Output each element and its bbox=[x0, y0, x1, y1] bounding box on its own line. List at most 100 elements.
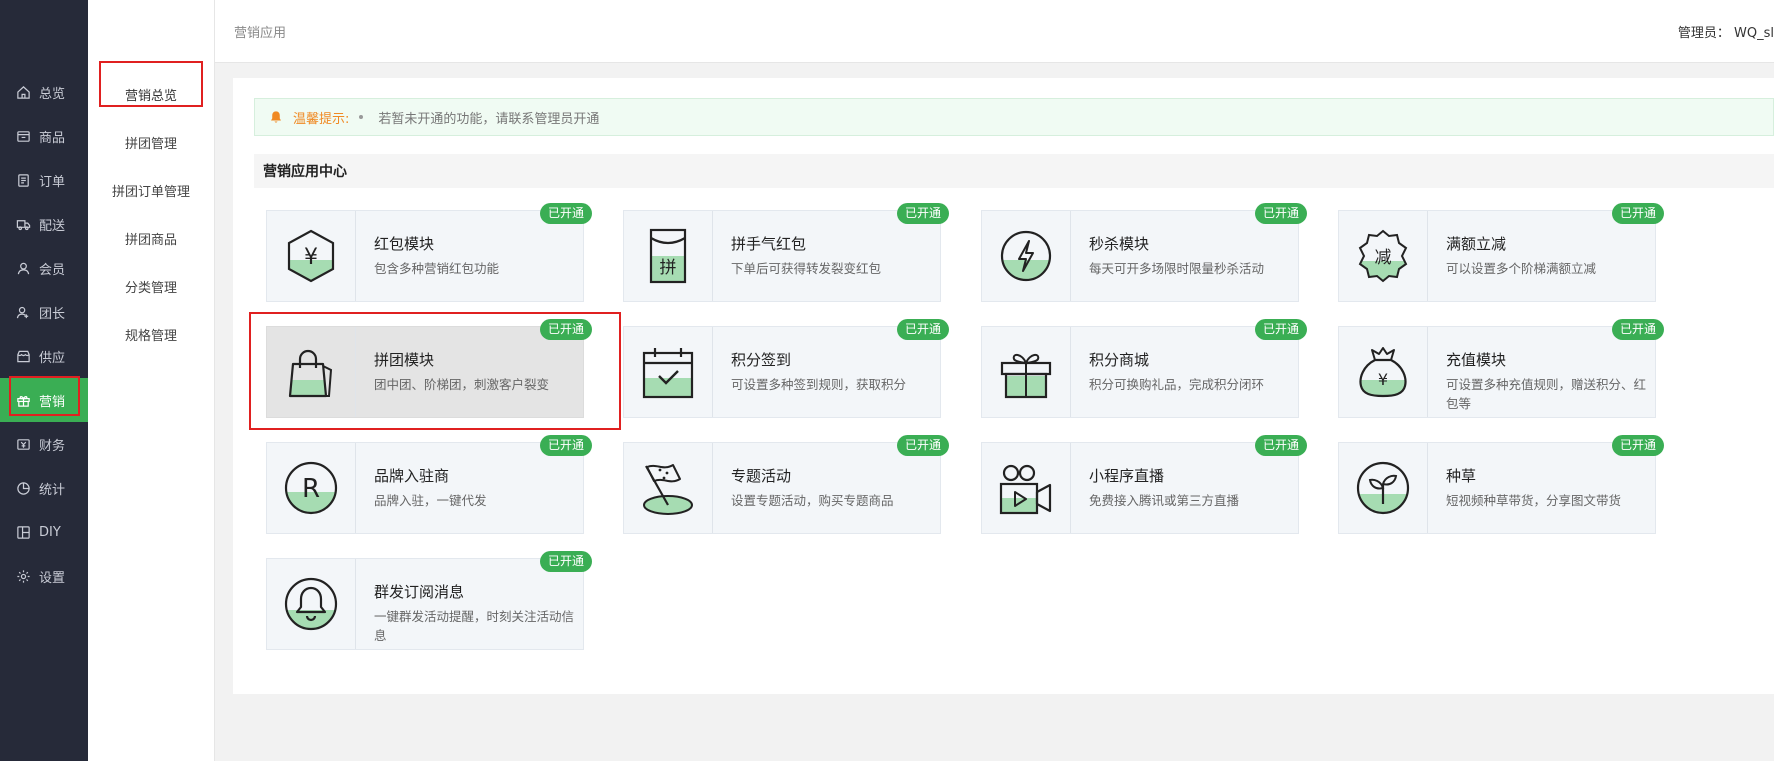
gift-box-icon bbox=[1000, 353, 1052, 399]
sidebar-item-members[interactable]: 会员 bbox=[0, 246, 88, 290]
app-title: 小程序直播 bbox=[1089, 467, 1165, 485]
status-badge: 已开通 bbox=[539, 435, 592, 456]
subnav-item-spec[interactable]: 规格管理 bbox=[88, 310, 214, 358]
subnav-item-overview[interactable]: 营销总览 bbox=[88, 70, 214, 118]
status-badge: 已开通 bbox=[1254, 203, 1307, 224]
subnav-item-group-orders[interactable]: 拼团订单管理 bbox=[88, 166, 214, 214]
svg-text:R: R bbox=[302, 474, 320, 504]
layout-icon bbox=[17, 525, 30, 539]
app-card-flash-sale[interactable]: 秒杀模块 每天可开多场限时限量秒杀活动 已开通 bbox=[981, 203, 1307, 302]
app-desc: 团中团、阶梯团，刺激客户裂变 bbox=[374, 377, 550, 392]
sidebar-item-statistics[interactable]: 统计 bbox=[0, 466, 88, 510]
app-card-subscription-message[interactable]: 群发订阅消息 一键群发活动提醒，时刻关注活动信息 已开通 bbox=[266, 551, 592, 650]
sidebar-item-supply[interactable]: 供应 bbox=[0, 334, 88, 378]
status-badge: 已开通 bbox=[539, 319, 592, 340]
sidebar-item-label: 商品 bbox=[39, 130, 66, 146]
app-title: 秒杀模块 bbox=[1089, 235, 1150, 253]
app-desc: 每天可开多场限时限量秒杀活动 bbox=[1089, 261, 1265, 276]
sidebar-item-diy[interactable]: DIY bbox=[0, 510, 88, 554]
sidebar-item-leaders[interactable]: 团长 bbox=[0, 290, 88, 334]
app-desc: 一键群发活动提醒，时刻关注活动信息 bbox=[374, 609, 575, 643]
home-icon bbox=[17, 85, 30, 99]
app-card-special-event[interactable]: 专题活动 设置专题活动，购买专题商品 已开通 bbox=[623, 435, 949, 534]
status-badge: 已开通 bbox=[1254, 435, 1307, 456]
user-icon bbox=[17, 262, 30, 274]
top-header: 营销应用 管理员： WQ_sl bbox=[215, 0, 1774, 63]
app-desc: 品牌入驻，一键代发 bbox=[374, 493, 487, 508]
app-card-full-reduction[interactable]: 减 满额立减 可以设置多个阶梯满额立减 已开通 bbox=[1338, 203, 1664, 302]
main-nav: 总览 商品 订单 配送 会员 团长 供应 营销 财务 统计 DIY 设置 bbox=[0, 70, 88, 598]
subnav-item-group-manage[interactable]: 拼团管理 bbox=[88, 118, 214, 166]
svg-text:减: 减 bbox=[1375, 248, 1392, 268]
video-camera-icon bbox=[999, 464, 1052, 515]
status-badge: 已开通 bbox=[896, 319, 949, 340]
sidebar-item-label: 供应 bbox=[39, 350, 66, 366]
app-title: 拼团模块 bbox=[374, 351, 435, 369]
section-title: 营销应用中心 bbox=[254, 154, 1774, 188]
flag-icon bbox=[643, 464, 693, 515]
status-badge: 已开通 bbox=[539, 203, 592, 224]
status-badge: 已开通 bbox=[896, 435, 949, 456]
app-card-brand-merchant[interactable]: R 品牌入驻商 品牌入驻，一键代发 已开通 bbox=[266, 435, 592, 534]
bullet-dot bbox=[359, 115, 364, 119]
content-panel: 温馨提示: 若暂未开通的功能，请联系管理员开通 营销应用中心 ¥ 红包模块 包含… bbox=[233, 78, 1774, 694]
money-bag-icon: ¥ bbox=[1359, 347, 1407, 398]
sidebar-item-label: 营销 bbox=[39, 394, 66, 410]
status-badge: 已开通 bbox=[539, 551, 592, 572]
truck-icon bbox=[16, 219, 31, 230]
bell-icon bbox=[271, 111, 281, 123]
app-title: 充值模块 bbox=[1446, 351, 1507, 369]
admin-user[interactable]: 管理员： WQ_sl bbox=[1678, 22, 1774, 41]
sidebar-item-label: 团长 bbox=[39, 306, 66, 322]
subnav-item-category[interactable]: 分类管理 bbox=[88, 262, 214, 310]
app-card-points-mall[interactable]: 积分商城 积分可换购礼品，完成积分闭环 已开通 bbox=[981, 319, 1307, 418]
breadcrumb: 营销应用 bbox=[234, 26, 287, 41]
sidebar-item-label: 统计 bbox=[39, 482, 66, 498]
bell-icon bbox=[284, 577, 338, 631]
app-card-red-envelope[interactable]: ¥ 红包模块 包含多种营销红包功能 已开通 bbox=[266, 203, 592, 302]
app-card-group-buy[interactable]: 拼团模块 团中团、阶梯团，刺激客户裂变 已开通 bbox=[266, 319, 592, 418]
sidebar-item-label: 会员 bbox=[39, 262, 66, 278]
notice-bar: 温馨提示: 若暂未开通的功能，请联系管理员开通 bbox=[254, 98, 1774, 136]
sidebar-item-label: 订单 bbox=[39, 174, 66, 190]
app-title: 种草 bbox=[1446, 467, 1477, 485]
sidebar-item-label: 设置 bbox=[39, 570, 66, 586]
lightning-icon bbox=[1000, 230, 1052, 282]
gear-icon bbox=[17, 569, 30, 583]
svg-text:¥: ¥ bbox=[304, 245, 318, 270]
app-card-lucky-envelope[interactable]: 拼 拼手气红包 下单后可获得转发裂变红包 已开通 bbox=[623, 203, 949, 302]
svg-text:¥: ¥ bbox=[1378, 370, 1388, 389]
app-card-live-stream[interactable]: 小程序直播 免费接入腾讯或第三方直播 已开通 bbox=[981, 435, 1307, 534]
sidebar-item-label: DIY bbox=[39, 524, 61, 540]
notice-label: 温馨提示: bbox=[293, 111, 350, 127]
sidebar-item-overview[interactable]: 总览 bbox=[0, 70, 88, 114]
box-icon bbox=[17, 130, 30, 142]
status-badge: 已开通 bbox=[1611, 319, 1664, 340]
app-desc: 积分可换购礼品，完成积分闭环 bbox=[1089, 377, 1265, 392]
status-badge: 已开通 bbox=[1611, 203, 1664, 224]
main-sidebar: 总览 商品 订单 配送 会员 团长 供应 营销 财务 统计 DIY 设置 bbox=[0, 0, 88, 761]
app-desc: 免费接入腾讯或第三方直播 bbox=[1089, 493, 1240, 508]
sidebar-item-goods[interactable]: 商品 bbox=[0, 114, 88, 158]
app-title: 积分签到 bbox=[731, 351, 792, 369]
app-card-seeding[interactable]: 种草 短视频种草带货，分享图文带货 已开通 bbox=[1338, 435, 1664, 534]
subnav-item-group-goods[interactable]: 拼团商品 bbox=[88, 214, 214, 262]
sidebar-item-orders[interactable]: 订单 bbox=[0, 158, 88, 202]
app-desc: 下单后可获得转发裂变红包 bbox=[731, 261, 882, 276]
status-badge: 已开通 bbox=[896, 203, 949, 224]
sidebar-item-marketing[interactable]: 营销 bbox=[0, 378, 88, 422]
app-desc: 可以设置多个阶梯满额立减 bbox=[1446, 261, 1597, 276]
wallet-icon bbox=[17, 438, 30, 450]
app-desc: 设置专题活动，购买专题商品 bbox=[731, 493, 894, 508]
app-card-points-checkin[interactable]: 积分签到 可设置多种签到规则，获取积分 已开通 bbox=[623, 319, 949, 418]
app-card-recharge[interactable]: ¥ 充值模块 可设置多种充值规则，赠送积分、红包等 已开通 bbox=[1338, 319, 1664, 418]
sidebar-item-finance[interactable]: 财务 bbox=[0, 422, 88, 466]
store-icon bbox=[17, 350, 30, 362]
sidebar-item-delivery[interactable]: 配送 bbox=[0, 202, 88, 246]
sidebar-item-settings[interactable]: 设置 bbox=[0, 554, 88, 598]
sidebar-item-label: 配送 bbox=[39, 218, 66, 234]
sidebar-item-label: 总览 bbox=[39, 86, 66, 102]
gift-icon bbox=[17, 395, 30, 407]
app-desc: 包含多种营销红包功能 bbox=[374, 261, 500, 276]
shopping-bag-icon bbox=[288, 349, 333, 398]
